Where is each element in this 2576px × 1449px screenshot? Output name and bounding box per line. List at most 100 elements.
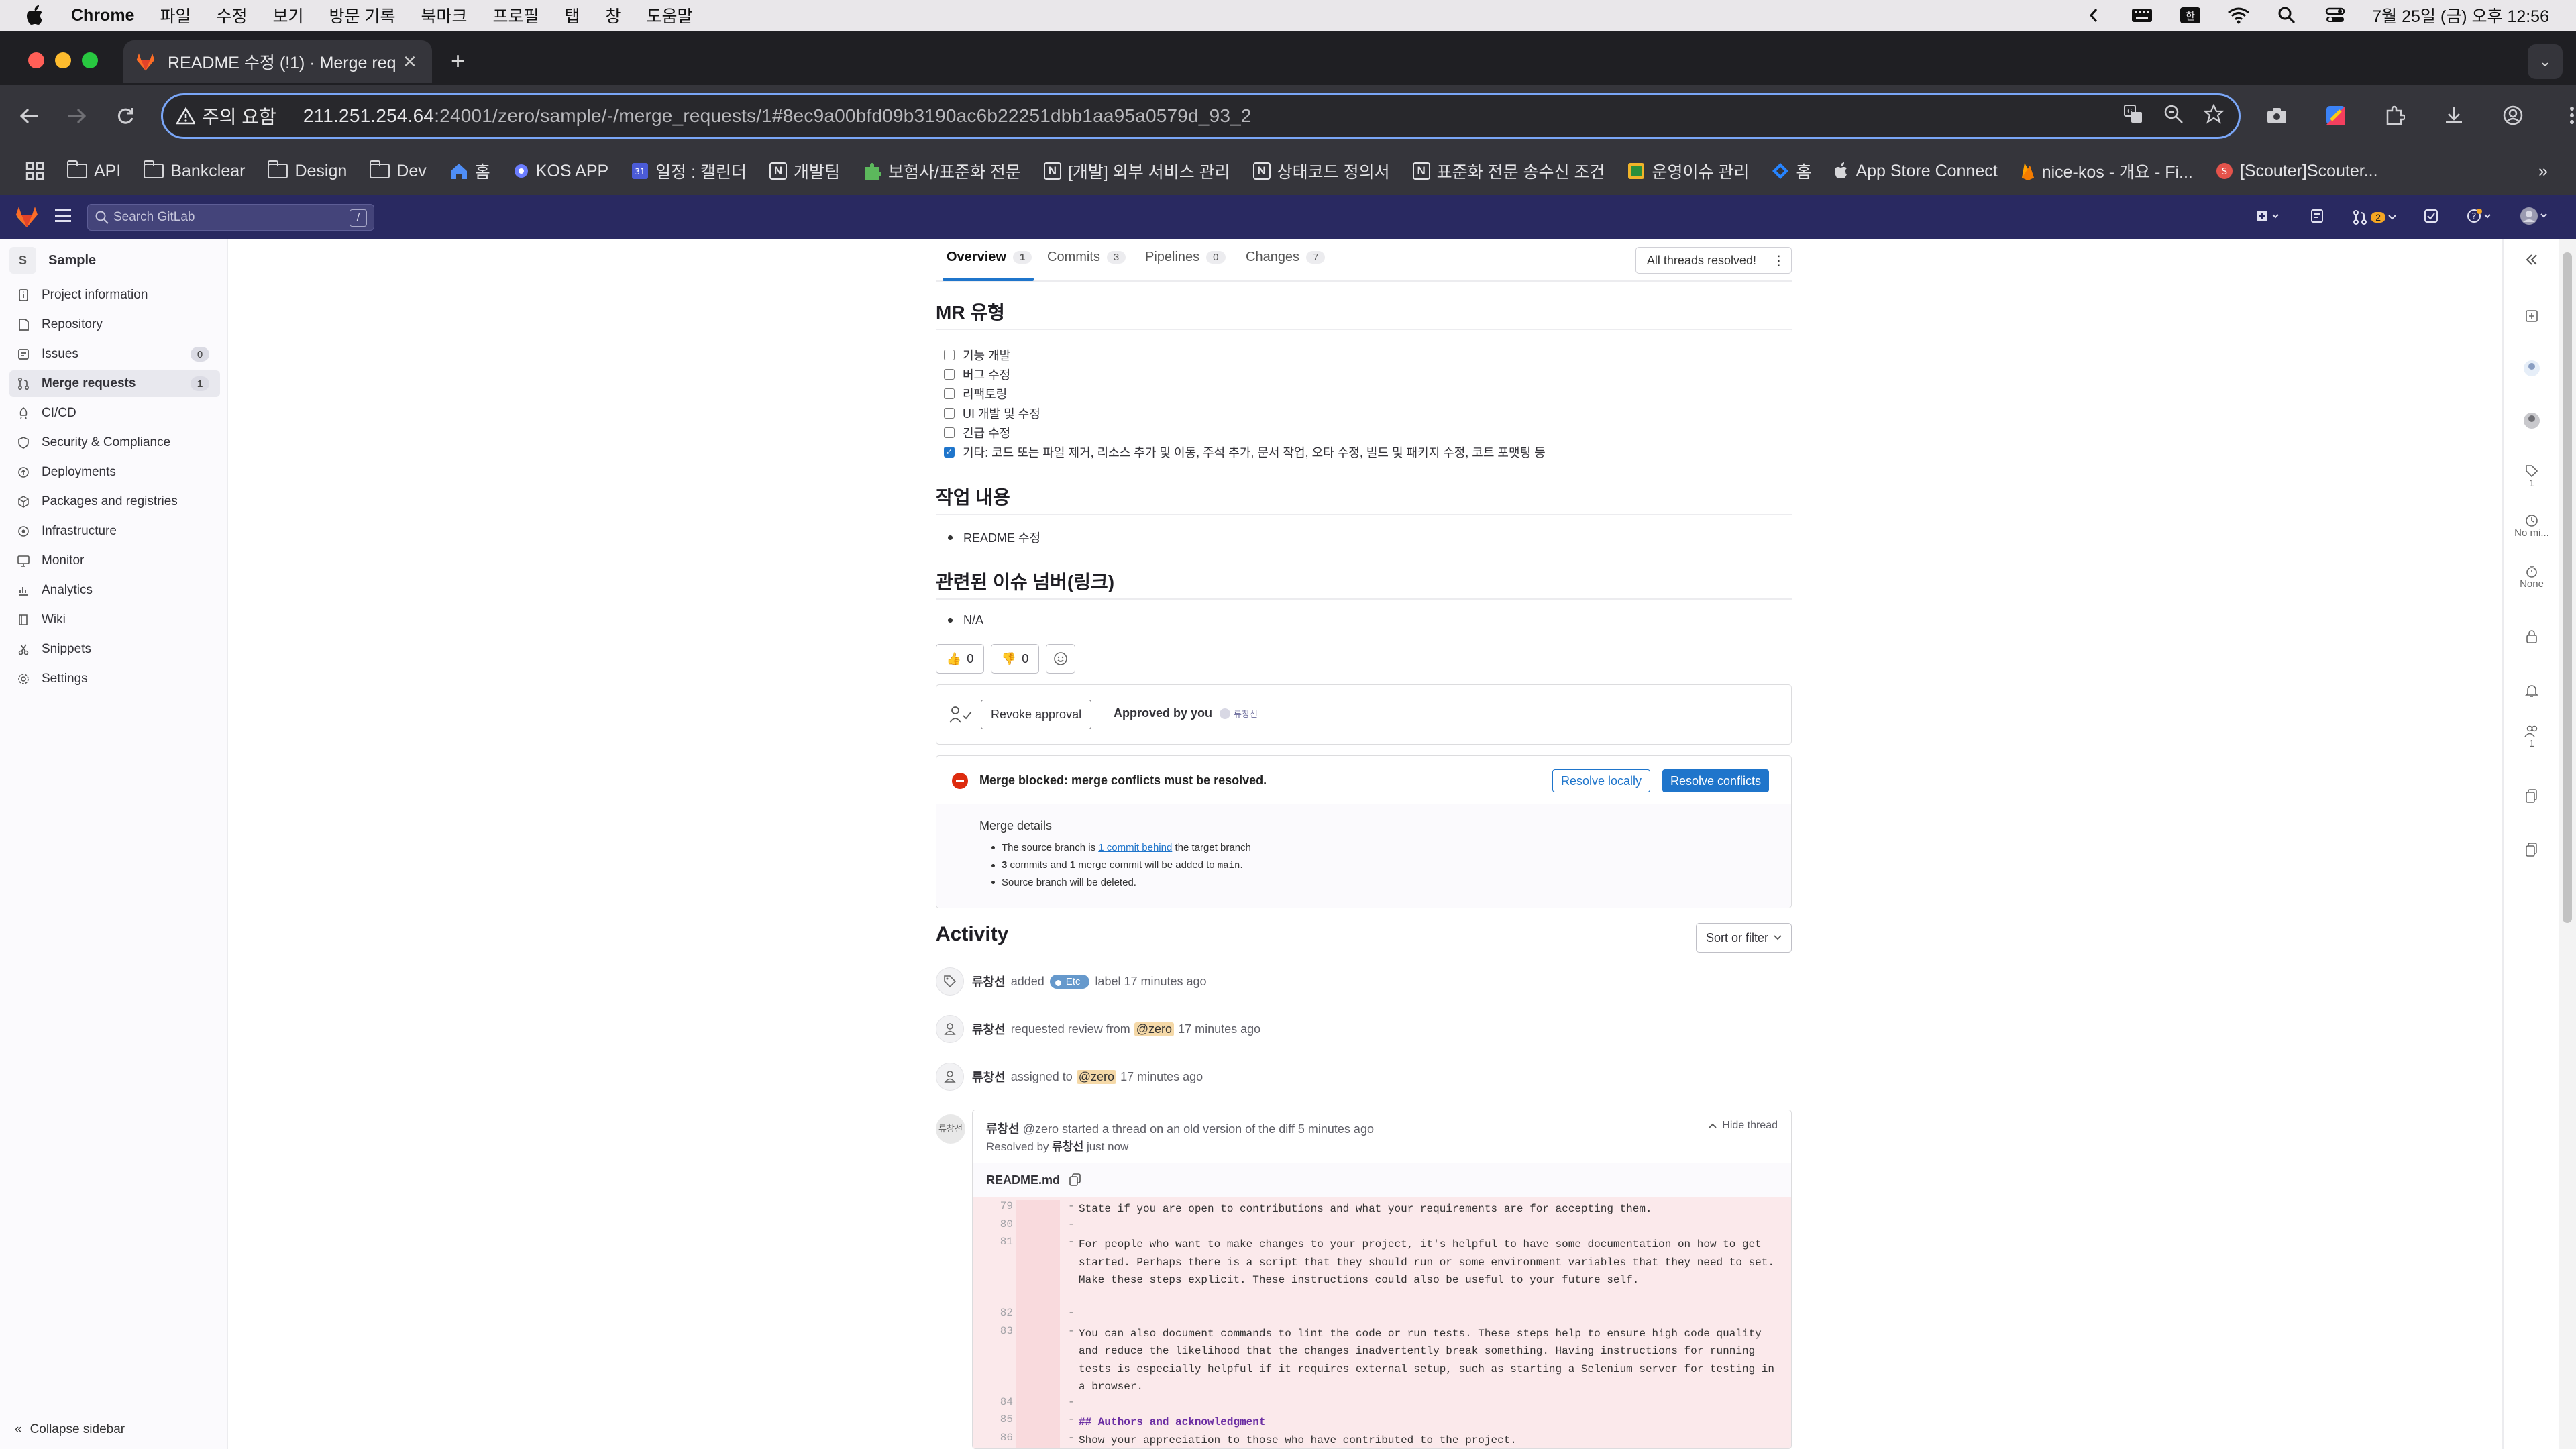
sidebar-item-snippets[interactable]: Snippets [9, 636, 220, 663]
merge-requests-header-icon[interactable]: 2 [2352, 209, 2396, 225]
threads-status-button[interactable]: All threads resolved! ⋮ [1635, 247, 1792, 274]
screenshot-camera-icon[interactable] [2261, 99, 2293, 131]
window-minimize-button[interactable] [55, 52, 71, 68]
control-center-icon[interactable] [2324, 7, 2347, 24]
chevron-left-icon[interactable] [2082, 7, 2105, 24]
tab-changes[interactable]: Changes 7 [1246, 250, 1326, 265]
profile-avatar-icon[interactable] [2497, 99, 2529, 131]
checkbox[interactable] [944, 388, 955, 399]
back-arrow-icon[interactable] [12, 99, 46, 133]
apple-menu-icon[interactable] [25, 5, 44, 26]
sidebar-item-security[interactable]: Security & Compliance [9, 429, 220, 456]
issues-header-icon[interactable] [2309, 208, 2325, 227]
copy-icon[interactable] [1069, 1173, 1081, 1187]
thread-author[interactable]: 류창선 [986, 1122, 1020, 1136]
checklist-item[interactable]: 리팩토링 [944, 385, 1007, 402]
checkbox[interactable] [944, 408, 955, 419]
checklist-item-checked[interactable]: ✓ 기타: 코드 또는 파일 제거, 리소스 추가 및 이동, 주석 추가, 문서… [944, 443, 1546, 461]
bookmark-api[interactable]: API [67, 160, 121, 181]
zoom-icon[interactable] [2163, 104, 2184, 129]
milestone-rail-item[interactable]: No mi... [2504, 514, 2560, 539]
bookmark-scouter[interactable]: S [Scouter]Scouter... [2216, 162, 2378, 181]
checklist-item[interactable]: UI 개발 및 수정 [944, 405, 1040, 422]
sidebar-item-cicd[interactable]: CI/CD [9, 400, 220, 427]
checkbox[interactable] [944, 427, 955, 438]
window-close-button[interactable] [28, 52, 44, 68]
new-tab-button[interactable]: + [451, 47, 465, 75]
bookmark-standard-conditions[interactable]: N 표준화 전문 송수신 조건 [1412, 159, 1605, 183]
reload-icon[interactable] [109, 99, 142, 133]
diff-line-number[interactable]: 82 [973, 1307, 1013, 1319]
thumbs-up-button[interactable]: 👍 0 [936, 644, 984, 674]
sidebar-item-issues[interactable]: Issues 0 [9, 341, 220, 368]
menubar-clock[interactable]: 7월 25일 (금) 오후 12:56 [2372, 3, 2549, 28]
todo-icon[interactable] [2423, 208, 2439, 227]
add-reaction-button[interactable] [1046, 644, 1075, 674]
diff-line-number[interactable]: 80 [973, 1218, 1013, 1230]
collapse-right-sidebar-icon[interactable] [2504, 254, 2560, 266]
bookmark-bankclear[interactable]: Bankclear [144, 160, 245, 181]
diff-line-number[interactable]: 83 [973, 1325, 1013, 1337]
user-avatar-menu[interactable] [2520, 206, 2549, 229]
sidebar-item-merge-requests[interactable]: Merge requests 1 [9, 370, 220, 397]
user-mention[interactable]: @zero [1134, 1022, 1175, 1036]
translate-icon[interactable]: G [2123, 104, 2143, 129]
menu-history[interactable]: 방문 기록 [329, 3, 396, 28]
input-source-icon[interactable]: 한 [2179, 7, 2202, 24]
checklist-item[interactable]: 긴급 수정 [944, 424, 1010, 441]
browser-tab-active[interactable]: README 수정 (!1) · Merge requ ✕ [123, 40, 432, 83]
copy-email-icon[interactable] [2504, 843, 2560, 857]
forward-arrow-icon[interactable] [60, 99, 94, 133]
bookmark-kos-app[interactable]: KOS APP [513, 162, 608, 181]
sidebar-item-monitor[interactable]: Monitor [9, 547, 220, 574]
bookmarks-overflow-icon[interactable]: » [2538, 162, 2548, 181]
labels-rail-item[interactable]: 1 [2504, 464, 2560, 489]
checklist-item[interactable]: 버그 수정 [944, 366, 1010, 383]
bookmark-dev-team[interactable]: N 개발팀 [769, 159, 840, 183]
gitlab-logo-icon[interactable] [15, 205, 39, 228]
checkbox-checked[interactable]: ✓ [944, 447, 955, 458]
bookmark-home[interactable]: 홈 [449, 159, 490, 183]
approver-avatar[interactable]: 류창선 [1219, 707, 1258, 720]
thumbs-down-button[interactable]: 👎 0 [991, 644, 1039, 674]
sidebar-item-analytics[interactable]: Analytics [9, 577, 220, 604]
color-picker-extension-icon[interactable] [2320, 99, 2352, 131]
menu-tab[interactable]: 탭 [565, 3, 580, 28]
bookmark-calendar[interactable]: 31 일정 : 캘린더 [631, 159, 747, 183]
time-tracking-rail-item[interactable]: None [2504, 565, 2560, 590]
reviewer-avatar-icon[interactable] [2504, 412, 2560, 429]
menu-help[interactable]: 도움말 [647, 3, 693, 28]
resolve-conflicts-button[interactable]: Resolve conflicts [1662, 769, 1770, 792]
project-header[interactable]: S Sample [9, 247, 96, 274]
help-icon[interactable]: ? [2466, 208, 2493, 227]
bookmark-external-services[interactable]: N [개발] 외부 서비스 관리 [1043, 159, 1230, 183]
event-user[interactable]: 류창선 [972, 973, 1006, 990]
gitlab-search-input[interactable]: Search GitLab / [87, 204, 374, 231]
sidebar-item-deployments[interactable]: Deployments [9, 459, 220, 486]
event-user[interactable]: 류창선 [972, 1068, 1006, 1085]
bookmark-dev[interactable]: Dev [370, 160, 427, 181]
bookmark-status-codes[interactable]: N 상태코드 정의서 [1252, 159, 1390, 183]
chrome-menu-kebab-icon[interactable] [2556, 99, 2576, 131]
sidebar-item-repository[interactable]: Repository [9, 311, 220, 338]
diff-line-number[interactable]: 86 [973, 1432, 1013, 1444]
url-text[interactable]: 211.251.254.64:24001/zero/sample/-/merge… [303, 105, 1252, 127]
menu-window[interactable]: 창 [606, 3, 621, 28]
label-badge[interactable]: Etc [1049, 974, 1090, 989]
participants-rail-item[interactable]: 1 [2504, 724, 2560, 749]
sidebar-item-packages[interactable]: Packages and registries [9, 488, 220, 515]
bookmark-firebase[interactable]: nice-kos - 개요 - Fi... [2021, 159, 2193, 183]
checkbox[interactable] [944, 350, 955, 360]
diff-file-name[interactable]: README.md [986, 1173, 1060, 1187]
sidebar-item-project-information[interactable]: Project information [9, 282, 220, 309]
menu-file[interactable]: 파일 [160, 3, 191, 28]
bookmark-star-icon[interactable] [2203, 103, 2224, 129]
diff-line-number[interactable]: 85 [973, 1413, 1013, 1426]
resolve-locally-button[interactable]: Resolve locally [1552, 769, 1651, 792]
copy-reference-icon[interactable] [2504, 789, 2560, 804]
menu-bookmarks[interactable]: 북마크 [421, 3, 467, 28]
download-icon[interactable] [2438, 99, 2470, 131]
todo-add-icon[interactable] [2504, 309, 2560, 323]
apps-grid-icon[interactable] [25, 162, 44, 180]
security-warning-chip[interactable]: 주의 요함 [176, 103, 276, 129]
